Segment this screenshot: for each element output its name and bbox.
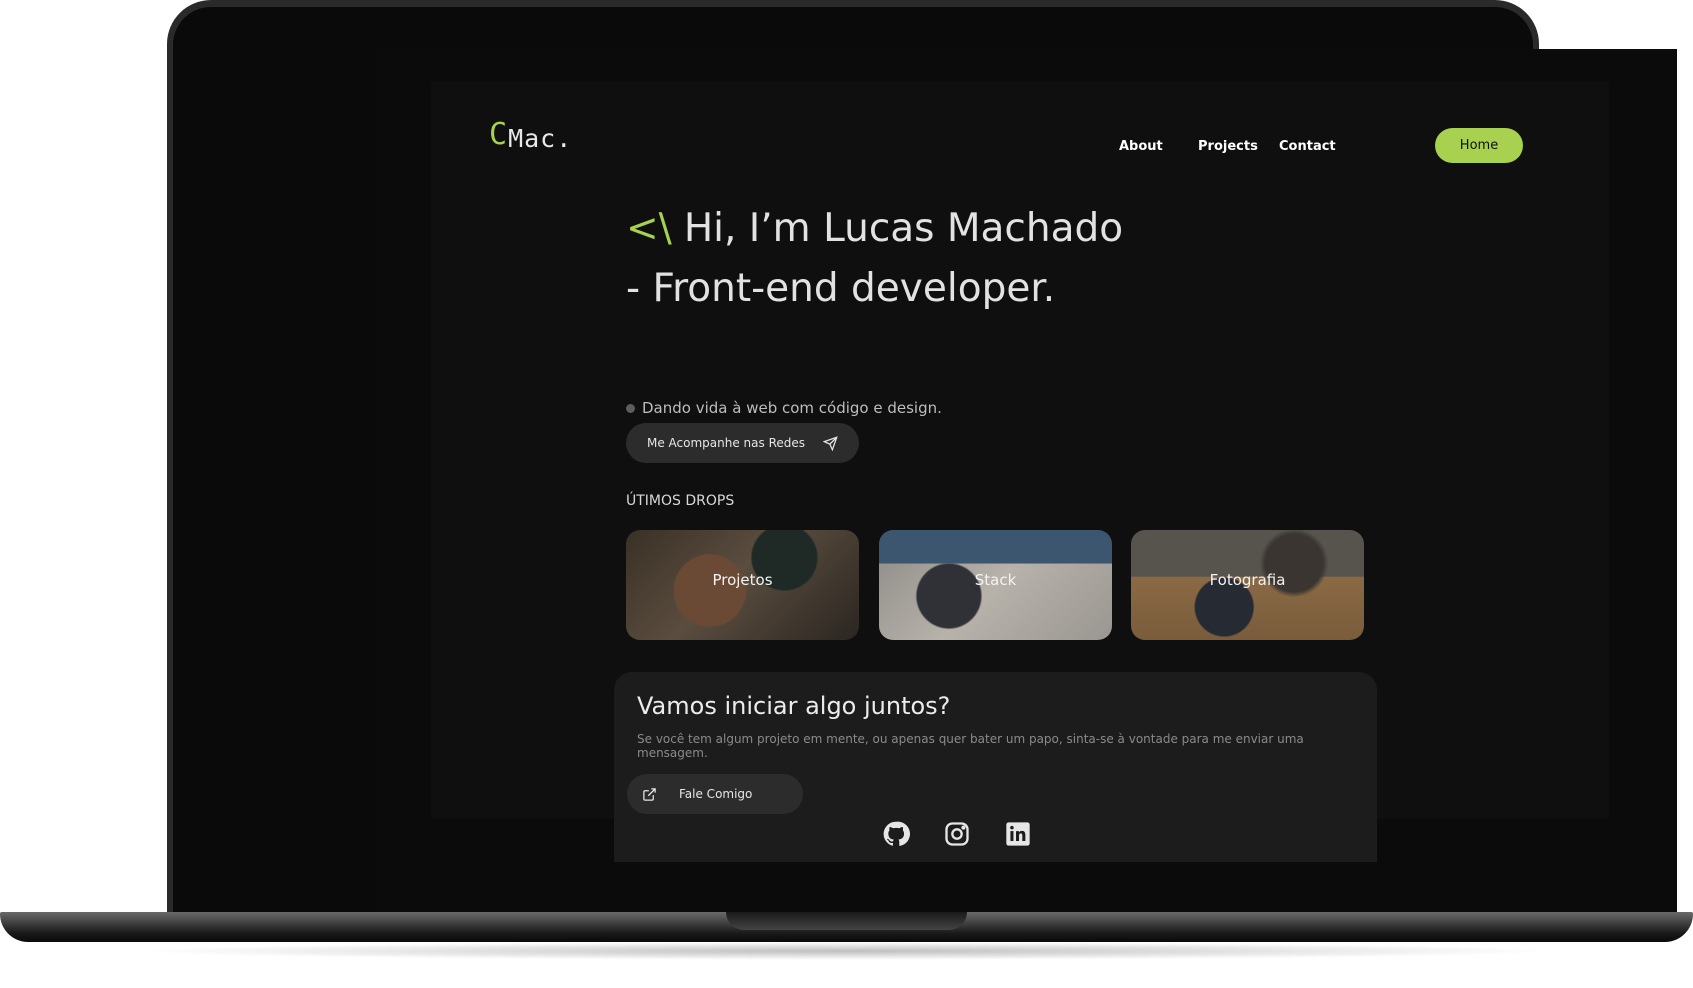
send-icon (823, 435, 838, 451)
contact-text: Se você tem algum projeto em mente, ou a… (637, 732, 1304, 760)
hero-heading-text: Hi, I’m Lucas Machado - Front-end develo… (626, 206, 1124, 311)
contact-button-label: Fale Comigo (679, 787, 753, 801)
contact-button[interactable]: Fale Comigo (627, 774, 803, 814)
code-mark: <\ (626, 206, 672, 251)
home-button[interactable]: Home (1435, 128, 1523, 163)
github-icon[interactable] (882, 820, 910, 848)
instagram-icon[interactable] (943, 820, 971, 848)
follow-button-label: Me Acompanhe nas Redes (646, 436, 805, 450)
site-logo[interactable]: CMac. (489, 117, 572, 153)
nav-contact[interactable]: Contact (1279, 139, 1336, 154)
drop-card-stack[interactable]: Stack (879, 530, 1112, 640)
follow-social-button[interactable]: Me Acompanhe nas Redes (626, 423, 859, 463)
drop-card-label: Stack (974, 571, 1017, 589)
external-link-icon (643, 787, 656, 801)
status-dot (626, 403, 635, 413)
nav-about[interactable]: About (1119, 139, 1163, 154)
drop-card-fotografia[interactable]: Fotografia (1131, 530, 1364, 640)
tagline-text: Dando vida à web com código e design. (642, 399, 942, 417)
drop-card-label: Projetos (712, 571, 773, 589)
nav-projects[interactable]: Projects (1198, 139, 1258, 154)
laptop-shadow (130, 942, 1563, 960)
drop-card-label: Fotografia (1209, 571, 1286, 589)
logo-accent: C (489, 117, 509, 152)
laptop-bezel: CMac. About Projects Contact Home <\ Hi, … (173, 7, 1677, 922)
laptop-hinge-notch (726, 912, 967, 930)
website-page: CMac. About Projects Contact Home <\ Hi, … (431, 81, 1609, 862)
contact-card: Vamos iniciar algo juntos? Se você tem a… (614, 672, 1377, 862)
linkedin-icon[interactable] (1004, 820, 1032, 848)
drop-card-projetos[interactable]: Projetos (626, 530, 859, 640)
tagline: Dando vida à web com código e design. (626, 399, 942, 417)
contact-title: Vamos iniciar algo juntos? (637, 692, 951, 720)
hero-heading: <\ Hi, I’m Lucas Machado - Front-end deve… (626, 199, 1146, 319)
laptop-screen: CMac. About Projects Contact Home <\ Hi, … (375, 49, 1677, 922)
logo-text: Mac. (508, 124, 573, 153)
drops-title: ÚTIMOS DROPS (626, 493, 735, 509)
